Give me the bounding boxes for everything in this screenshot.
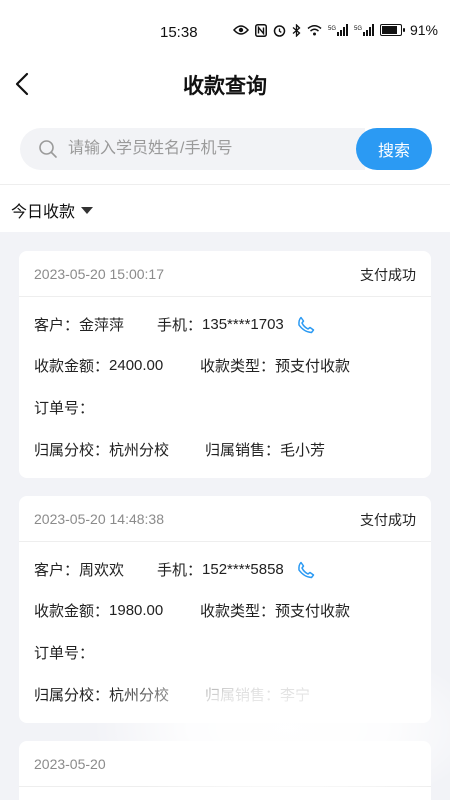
nav-bar: 收款查询: [0, 56, 450, 112]
search-button[interactable]: 搜索: [356, 128, 432, 170]
battery-icon: [379, 24, 405, 36]
search-icon: [38, 139, 58, 164]
phone-number: 135****1703: [202, 316, 284, 333]
amount-label: 收款金额：: [34, 358, 110, 375]
customer-name: 周欢欢: [79, 562, 125, 579]
signal-icon: 5G: [328, 24, 348, 36]
payment-time: 2023-05-20: [34, 756, 106, 772]
status-bar: 15:38 5G 5G 91%: [0, 0, 450, 56]
svg-text:5G: 5G: [354, 26, 362, 32]
card-header: 2023-05-20 15:00:17 支付成功: [19, 251, 431, 297]
payment-card[interactable]: 2023-05-20 14:48:38 支付成功 客户： 周欢欢 手机： 152…: [19, 496, 431, 723]
payment-time: 2023-05-20 15:00:17: [34, 266, 164, 282]
school-value: 杭州分校: [109, 442, 170, 459]
payment-status: 支付成功: [360, 267, 416, 283]
payment-status: 支付成功: [360, 512, 416, 528]
order-label: 订单号：: [34, 645, 95, 662]
customer-label: 客户：: [34, 562, 80, 579]
amount-row: 收款金额： 1980.00 收款类型： 预支付收款: [34, 600, 350, 621]
signal-icon: 5G: [354, 24, 374, 36]
type-label: 收款类型：: [200, 358, 276, 375]
customer-row: 客户： 周欢欢 手机： 152****5858: [34, 559, 316, 580]
phone-label: 手机：: [157, 317, 203, 334]
amount-label: 收款金额：: [34, 603, 110, 620]
wifi-icon: [307, 24, 322, 36]
type-label: 收款类型：: [200, 603, 276, 620]
amount-value: 2400.00: [109, 357, 164, 374]
alarm-icon: [273, 24, 286, 37]
customer-label: 客户：: [34, 317, 80, 334]
card-header: 2023-05-20: [19, 741, 431, 787]
school-row: 归属分校： 杭州分校 归属销售： 李宁: [34, 684, 310, 705]
sales-label: 归属销售：: [205, 687, 281, 704]
search-bar: 搜索: [0, 112, 450, 184]
payment-card[interactable]: 2023-05-20: [19, 741, 431, 800]
type-value: 预支付收款: [275, 603, 351, 620]
order-label: 订单号：: [34, 400, 95, 417]
nfc-icon: [254, 23, 267, 37]
payment-time: 2023-05-20 14:48:38: [34, 511, 164, 527]
eye-icon: [232, 24, 249, 36]
order-row: 订单号：: [34, 397, 94, 418]
sales-label: 归属销售：: [205, 442, 281, 459]
type-value: 预支付收款: [275, 358, 351, 375]
bluetooth-icon: [292, 23, 301, 37]
date-filter-label: 今日收款: [11, 204, 76, 221]
sales-value: 李宁: [280, 687, 311, 704]
svg-text:5G: 5G: [328, 26, 336, 32]
order-row: 订单号：: [34, 642, 94, 663]
school-row: 归属分校： 杭州分校 归属销售： 毛小芳: [34, 439, 325, 460]
battery-level: [381, 26, 398, 34]
school-value: 杭州分校: [109, 687, 170, 704]
payment-card[interactable]: 2023-05-20 15:00:17 支付成功 客户： 金萍萍 手机： 135…: [19, 251, 431, 478]
status-time: 15:38: [160, 24, 198, 41]
date-filter-dropdown[interactable]: 今日收款: [11, 198, 94, 222]
status-icons: 5G 5G 91%: [232, 22, 438, 38]
school-label: 归属分校：: [34, 687, 110, 704]
search-box[interactable]: [20, 128, 365, 170]
school-label: 归属分校：: [34, 442, 110, 459]
phone-number: 152****5858: [202, 561, 284, 578]
amount-value: 1980.00: [109, 602, 164, 619]
filter-bar: 今日收款: [0, 184, 450, 232]
sales-value: 毛小芳: [280, 442, 326, 459]
customer-name: 金萍萍: [79, 317, 125, 334]
phone-label: 手机：: [157, 562, 203, 579]
caret-down-icon: [81, 206, 94, 214]
amount-row: 收款金额： 2400.00 收款类型： 预支付收款: [34, 355, 350, 376]
customer-row: 客户： 金萍萍 手机： 135****1703: [34, 314, 316, 335]
phone-icon[interactable]: [296, 315, 316, 335]
page-title: 收款查询: [183, 75, 267, 98]
card-header: 2023-05-20 14:48:38 支付成功: [19, 496, 431, 542]
battery-percent: 91%: [409, 22, 438, 38]
search-input[interactable]: [68, 137, 348, 161]
phone-icon[interactable]: [296, 560, 316, 580]
